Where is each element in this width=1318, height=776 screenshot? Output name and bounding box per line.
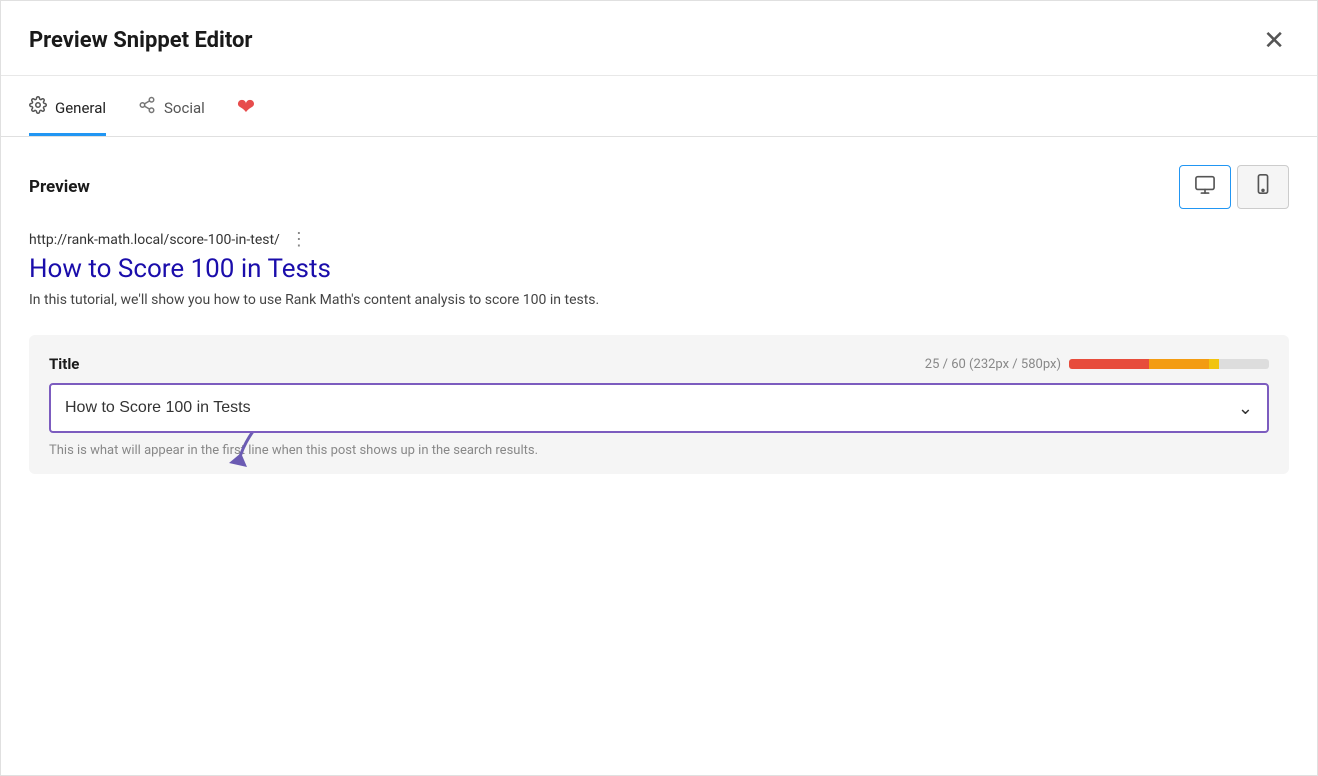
snippet-url-row: http://rank-math.local/score-100-in-test… [29,229,1289,250]
title-field-counter: 25 / 60 (232px / 580px) [925,357,1269,372]
title-field-hint: This is what will appear in the first li… [49,443,1269,458]
snippet-url-text: http://rank-math.local/score-100-in-test… [29,232,280,248]
tab-favorite[interactable]: ❤ [237,77,255,137]
desktop-icon [1194,174,1216,200]
title-chevron-button[interactable]: ⌄ [1238,398,1253,419]
snippet-description: In this tutorial, we'll show you how to … [29,290,1289,311]
desktop-view-button[interactable] [1179,165,1231,209]
title-input[interactable] [51,385,1267,431]
title-input-wrapper: ⌄ [49,383,1269,433]
snippet-preview: http://rank-math.local/score-100-in-test… [29,229,1289,311]
dialog-header: Preview Snippet Editor ✕ [1,1,1317,76]
preview-snippet-editor-dialog: Preview Snippet Editor ✕ General [0,0,1318,776]
tab-general[interactable]: General [29,78,106,136]
dialog-title: Preview Snippet Editor [29,28,253,53]
progress-yellow-segment [1209,359,1219,369]
tab-social[interactable]: Social [138,78,205,136]
snippet-title-link[interactable]: How to Score 100 in Tests [29,254,1289,284]
tab-social-label: Social [164,99,205,117]
progress-red-segment [1069,359,1149,369]
title-counter-text: 25 / 60 (232px / 580px) [925,357,1061,372]
title-field-label: Title [49,355,79,373]
device-buttons [1179,165,1289,209]
heart-icon: ❤ [237,95,255,120]
social-icon [138,96,156,119]
main-content: Preview [1,137,1317,502]
tabs-bar: General Social ❤ [1,76,1317,137]
title-progress-bar [1069,359,1269,369]
preview-header: Preview [29,165,1289,209]
mobile-icon [1256,173,1270,201]
tab-general-label: General [55,99,106,117]
close-button[interactable]: ✕ [1259,23,1289,57]
mobile-view-button[interactable] [1237,165,1289,209]
preview-label: Preview [29,177,90,197]
gear-icon [29,96,47,119]
url-options-button[interactable]: ⋮ [290,229,308,250]
progress-orange-segment [1149,359,1209,369]
title-field-header: Title 25 / 60 (232px / 580px) [49,355,1269,373]
editor-section: Title 25 / 60 (232px / 580px) ⌄ This is … [29,335,1289,474]
